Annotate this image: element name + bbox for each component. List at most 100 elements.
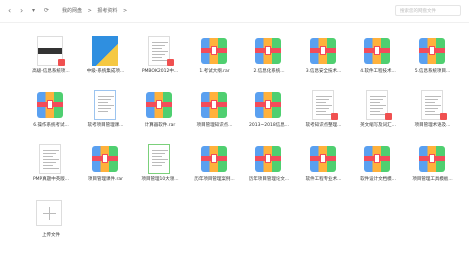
refresh-icon[interactable]: ⟳	[44, 7, 49, 14]
archive-icon	[418, 146, 445, 172]
file-item[interactable]: 高级-信息系统项...	[24, 30, 78, 82]
file-name: 中级-系统集成项...	[86, 69, 125, 74]
file-name: 历年项目管理案例...	[194, 177, 235, 182]
archive-icon	[255, 38, 281, 64]
book-cover-icon	[91, 36, 118, 66]
file-thumbnail	[308, 36, 338, 66]
file-thumbnail	[144, 90, 174, 120]
file-thumbnail	[308, 90, 338, 120]
upload-file-button[interactable]: 上传文件	[24, 196, 78, 248]
file-item[interactable]: 项目管理工具模板...	[406, 138, 460, 190]
file-thumbnail	[417, 36, 447, 66]
archive-icon	[309, 146, 336, 172]
archive-icon	[364, 38, 390, 64]
back-icon[interactable]: ‹	[8, 6, 11, 15]
archive-icon	[255, 92, 281, 118]
file-name: 4.软件工程技术...	[360, 69, 396, 74]
file-item[interactable]: 1.考试大纲.rar	[188, 30, 242, 82]
file-thumbnail	[362, 36, 392, 66]
breadcrumb-current[interactable]: 报考资料	[97, 8, 117, 14]
file-item[interactable]: 2013~2018信息...	[242, 84, 296, 136]
file-thumbnail	[144, 144, 174, 174]
file-item[interactable]: PMBOK2012中...	[133, 30, 187, 82]
document-icon	[148, 144, 170, 174]
file-thumbnail	[35, 90, 65, 120]
file-item[interactable]: 3.信息安全技术...	[297, 30, 351, 82]
file-item[interactable]: 4.软件工程技术...	[351, 30, 405, 82]
breadcrumb-separator: >	[123, 8, 128, 14]
file-name: 软件工程专业术...	[305, 177, 342, 182]
file-thumbnail	[253, 36, 283, 66]
file-name: 3.信息安全技术...	[305, 69, 342, 74]
archive-icon	[146, 92, 172, 118]
file-thumbnail	[253, 144, 283, 174]
document-icon	[39, 144, 61, 174]
file-item[interactable]: 项目管理课件.rar	[79, 138, 133, 190]
file-thumbnail	[90, 36, 120, 66]
upload-label: 上传文件	[42, 233, 60, 238]
archive-icon	[255, 146, 281, 172]
archive-icon	[91, 146, 118, 172]
file-item[interactable]: 中级-系统集成项...	[79, 30, 133, 82]
file-name: 项目管理工具模板...	[412, 177, 453, 182]
file-name: 项目管理术语及...	[414, 123, 451, 128]
file-name: 项目管理课件.rar	[88, 177, 123, 182]
file-thumbnail	[417, 90, 447, 120]
file-thumbnail	[35, 36, 65, 66]
file-item[interactable]: 计算器软件.rar	[133, 84, 187, 136]
file-thumbnail	[144, 36, 174, 66]
document-icon	[93, 90, 116, 120]
archive-icon	[364, 146, 390, 172]
file-item[interactable]: 软件设计文档模...	[351, 138, 405, 190]
file-thumbnail	[362, 90, 392, 120]
pdf-icon	[385, 113, 392, 120]
file-name: PMP真题中英版...	[32, 177, 70, 182]
file-thumbnail	[90, 144, 120, 174]
file-item[interactable]: 软考知识点整理...	[297, 84, 351, 136]
file-name: 历年项目管理论文...	[248, 177, 290, 182]
archive-icon	[309, 38, 336, 64]
file-name: 5.信息系统项目...	[414, 69, 451, 74]
search-input[interactable]: 搜索您的网盘文件	[395, 5, 461, 16]
file-item[interactable]: 英文缩写及词汇...	[351, 84, 405, 136]
file-thumbnail	[417, 144, 447, 174]
forward-icon[interactable]: ›	[20, 6, 23, 15]
file-thumbnail	[35, 144, 65, 174]
file-name: 软考知识点整理...	[305, 123, 342, 128]
file-item[interactable]: 项目管理10大领...	[133, 138, 187, 190]
archive-icon	[418, 38, 445, 64]
file-item[interactable]: 项目管理知识点...	[188, 84, 242, 136]
file-thumbnail	[362, 144, 392, 174]
plus-icon	[36, 200, 62, 226]
file-item[interactable]: 项目管理术语及...	[406, 84, 460, 136]
file-item[interactable]: PMP真题中英版...	[24, 138, 78, 190]
file-name: 高级-信息系统项...	[32, 69, 70, 74]
file-name: 1.考试大纲.rar	[199, 69, 230, 74]
file-item[interactable]: 软件工程专业术...	[297, 138, 351, 190]
file-item[interactable]: 历年项目管理论文...	[242, 138, 296, 190]
breadcrumb-separator: >	[87, 8, 92, 14]
file-item[interactable]: 软考项目管理课...	[79, 84, 133, 136]
archive-icon	[200, 38, 227, 64]
archive-icon	[200, 92, 227, 118]
file-item[interactable]: 历年项目管理案例...	[188, 138, 242, 190]
pdf-icon	[167, 59, 174, 66]
file-item[interactable]: 2.信息化系统...	[242, 30, 296, 82]
file-thumbnail	[199, 36, 229, 66]
file-thumbnail	[253, 90, 283, 120]
file-name: 软考项目管理课...	[87, 123, 124, 128]
top-bar: ‹ › ▾ ⟳ 我的网盘 > 报考资料 > 搜索您的网盘文件	[0, 0, 469, 23]
file-name: 2.信息化系统...	[253, 69, 285, 74]
breadcrumb-root[interactable]: 我的网盘	[62, 8, 82, 14]
file-item[interactable]: 6.操作系统考试...	[24, 84, 78, 136]
dropdown-icon[interactable]: ▾	[32, 7, 35, 14]
file-thumbnail	[199, 144, 229, 174]
file-thumbnail	[308, 144, 338, 174]
file-name: 英文缩写及词汇...	[360, 123, 396, 128]
file-item[interactable]: 5.信息系统项目...	[406, 30, 460, 82]
file-name: 项目管理10大领...	[141, 177, 179, 182]
breadcrumb: 我的网盘 > 报考资料 >	[62, 7, 131, 14]
file-thumbnail	[199, 90, 229, 120]
pdf-icon	[330, 113, 338, 120]
file-name: 2013~2018信息...	[249, 123, 289, 128]
